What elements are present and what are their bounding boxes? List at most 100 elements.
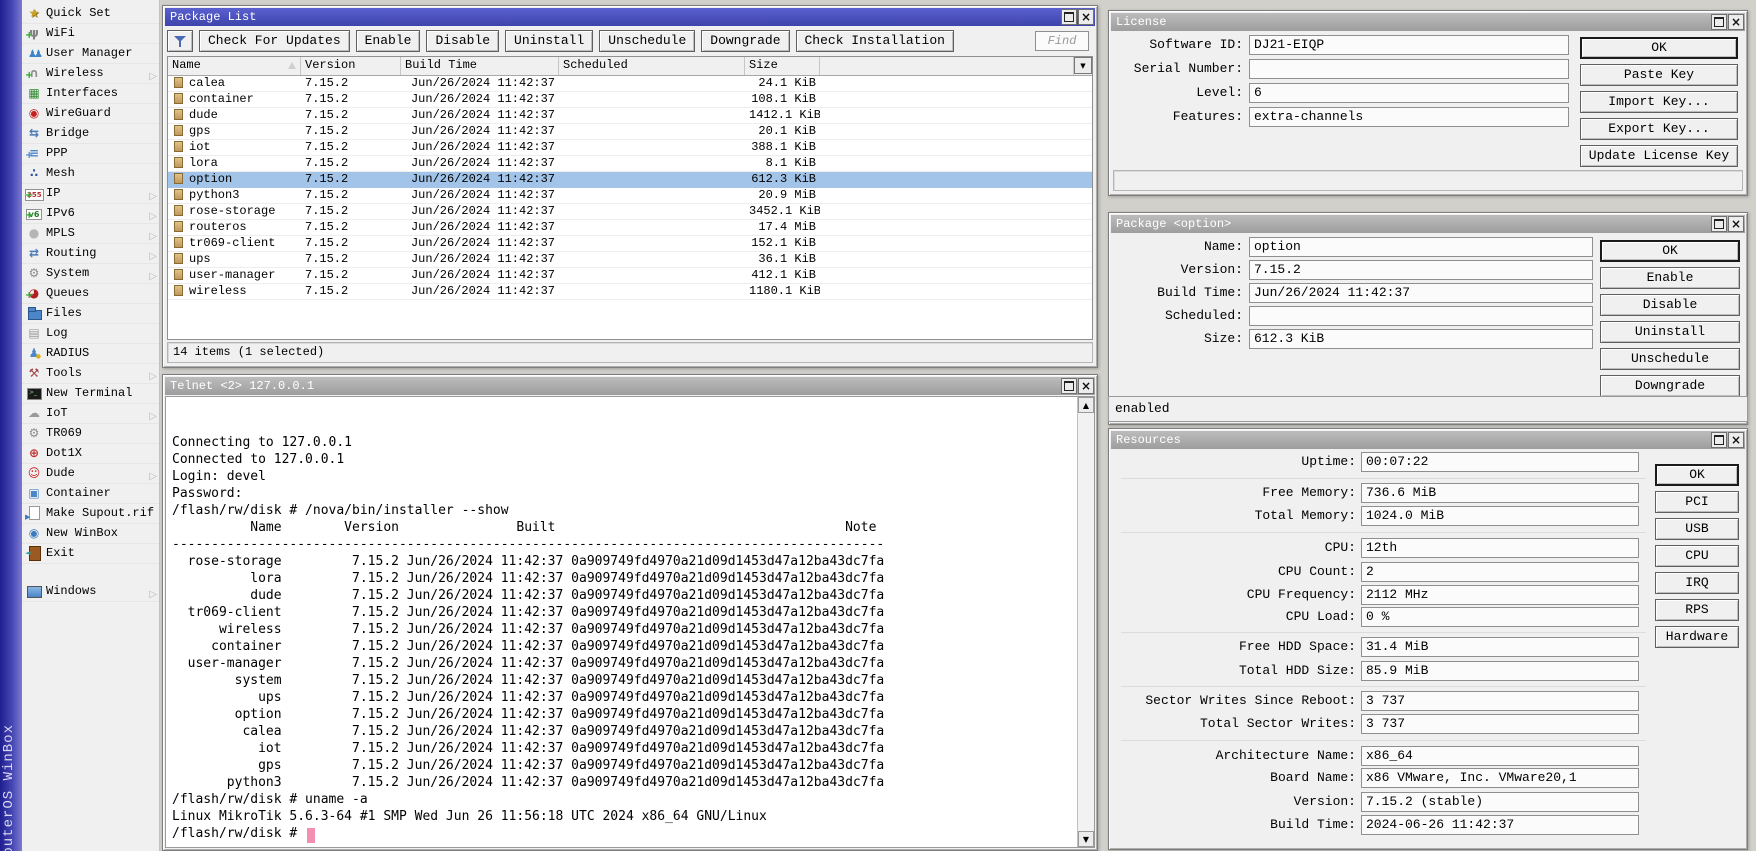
sidebar-item[interactable]: Queues ▷ — [22, 284, 159, 304]
column-chooser-button[interactable]: ▼ — [1074, 57, 1092, 74]
sidebar-item[interactable]: Container ▷ — [22, 484, 159, 504]
cpu-load-field[interactable]: 0 % — [1361, 607, 1639, 627]
dialog-button[interactable]: USB — [1655, 518, 1739, 540]
dialog-button[interactable]: Hardware — [1655, 626, 1739, 648]
close-button[interactable]: × — [1078, 378, 1094, 394]
table-row[interactable]: user-manager 7.15.2 Jun/26/2024 11:42:37… — [168, 268, 1092, 284]
table-row[interactable]: tr069-client 7.15.2 Jun/26/2024 11:42:37… — [168, 236, 1092, 252]
toolbar-button[interactable]: Disable — [426, 30, 499, 52]
table-row[interactable]: gps 7.15.2 Jun/26/2024 11:42:37 20.1 KiB — [168, 124, 1092, 140]
scroll-up-icon[interactable]: ▲ — [1078, 397, 1094, 413]
features-field[interactable]: extra-channels — [1249, 107, 1569, 127]
uptime-field[interactable]: 00:07:22 — [1361, 452, 1639, 472]
table-row[interactable]: calea 7.15.2 Jun/26/2024 11:42:37 24.1 K… — [168, 76, 1092, 92]
toolbar-button[interactable]: Enable — [356, 30, 421, 52]
table-row[interactable]: dude 7.15.2 Jun/26/2024 11:42:37 1412.1 … — [168, 108, 1092, 124]
build-time-field[interactable]: 2024-06-26 11:42:37 — [1361, 815, 1639, 835]
serial-number-field[interactable] — [1249, 59, 1569, 79]
close-button[interactable]: × — [1728, 14, 1744, 30]
sidebar-item[interactable]: Quick Set ▷ — [22, 4, 159, 24]
close-button[interactable]: × — [1728, 216, 1744, 232]
table-row[interactable]: python3 7.15.2 Jun/26/2024 11:42:37 20.9… — [168, 188, 1092, 204]
column-header-build-time[interactable]: Build Time — [401, 57, 559, 75]
license-titlebar[interactable]: License × — [1111, 13, 1745, 31]
table-row[interactable]: ups 7.15.2 Jun/26/2024 11:42:37 36.1 KiB — [168, 252, 1092, 268]
sidebar-item[interactable]: WireGuard ▷ — [22, 104, 159, 124]
maximize-button[interactable] — [1711, 432, 1727, 448]
column-header-size[interactable]: Size — [745, 57, 820, 75]
level-field[interactable]: 6 — [1249, 83, 1569, 103]
version-field[interactable]: 7.15.2 — [1249, 260, 1593, 280]
software-id-field[interactable]: DJ21-EIQP — [1249, 35, 1569, 55]
sidebar-item[interactable]: IP ▷ — [22, 184, 159, 204]
sidebar-item[interactable]: IPv6 ▷ — [22, 204, 159, 224]
board-name-field[interactable]: x86 VMware, Inc. VMware20,1 — [1361, 768, 1639, 788]
sidebar-item[interactable]: TR069 ▷ — [22, 424, 159, 444]
maximize-button[interactable] — [1711, 216, 1727, 232]
total-memory-field[interactable]: 1024.0 MiB — [1361, 506, 1639, 526]
sidebar-item[interactable]: Log ▷ — [22, 324, 159, 344]
free-memory-field[interactable]: 736.6 MiB — [1361, 483, 1639, 503]
toolbar-button[interactable]: Check For Updates — [199, 30, 350, 52]
sidebar-item[interactable]: Files ▷ — [22, 304, 159, 324]
sidebar-item[interactable]: Bridge ▷ — [22, 124, 159, 144]
sidebar-item[interactable]: PPP ▷ — [22, 144, 159, 164]
sidebar-item[interactable]: MPLS ▷ — [22, 224, 159, 244]
toolbar-button[interactable]: Unschedule — [599, 30, 695, 52]
dialog-button[interactable]: OK — [1655, 464, 1739, 486]
toolbar-button[interactable]: Check Installation — [796, 30, 954, 52]
column-header-version[interactable]: Version — [301, 57, 401, 75]
free-hdd-space-field[interactable]: 31.4 MiB — [1361, 637, 1639, 657]
sidebar-item[interactable]: System ▷ — [22, 264, 159, 284]
dialog-button[interactable]: Export Key... — [1580, 118, 1738, 140]
version-field[interactable]: 7.15.2 (stable) — [1361, 792, 1639, 812]
dialog-button[interactable]: RPS — [1655, 599, 1739, 621]
filter-button[interactable] — [167, 30, 193, 52]
sidebar-item[interactable]: IoT ▷ — [22, 404, 159, 424]
sidebar-item[interactable]: User Manager ▷ — [22, 44, 159, 64]
dialog-button[interactable]: Downgrade — [1600, 375, 1740, 397]
sidebar-item[interactable]: Mesh ▷ — [22, 164, 159, 184]
toolbar-button[interactable]: Uninstall — [505, 30, 593, 52]
dialog-button[interactable]: PCI — [1655, 491, 1739, 513]
total-sector-writes-field[interactable]: 3 737 — [1361, 714, 1639, 734]
sector-writes-field[interactable]: 3 737 — [1361, 691, 1639, 711]
scroll-down-icon[interactable]: ▼ — [1078, 831, 1094, 847]
column-header-scheduled[interactable]: Scheduled — [559, 57, 745, 75]
sidebar-item[interactable]: WiFi ▷ — [22, 24, 159, 44]
find-input[interactable]: Find — [1035, 31, 1089, 51]
total-hdd-size-field[interactable]: 85.9 MiB — [1361, 661, 1639, 681]
dialog-button[interactable]: Disable — [1600, 294, 1740, 316]
table-row[interactable]: iot 7.15.2 Jun/26/2024 11:42:37 388.1 Ki… — [168, 140, 1092, 156]
dialog-button[interactable]: Unschedule — [1600, 348, 1740, 370]
sidebar-item-windows[interactable]: Windows ▷ — [22, 582, 159, 602]
telnet-titlebar[interactable]: Telnet <2> 127.0.0.1 × — [165, 377, 1095, 395]
sidebar-item[interactable]: Dude ▷ — [22, 464, 159, 484]
terminal-area[interactable]: Connecting to 127.0.0.1 Connected to 127… — [165, 396, 1095, 848]
scheduled-field[interactable] — [1249, 306, 1593, 326]
table-row[interactable]: wireless 7.15.2 Jun/26/2024 11:42:37 118… — [168, 284, 1092, 300]
build-time-field[interactable]: Jun/26/2024 11:42:37 — [1249, 283, 1593, 303]
sidebar-item[interactable]: Wireless ▷ — [22, 64, 159, 84]
maximize-button[interactable] — [1061, 378, 1077, 394]
package-list-titlebar[interactable]: Package List × — [165, 8, 1095, 26]
dialog-button[interactable]: OK — [1580, 37, 1738, 59]
sidebar-item[interactable]: New Terminal ▷ — [22, 384, 159, 404]
toolbar-button[interactable]: Downgrade — [701, 30, 789, 52]
cpu-field[interactable]: 12th — [1361, 538, 1639, 558]
dialog-button[interactable]: OK — [1600, 240, 1740, 262]
sidebar-item[interactable]: Interfaces ▷ — [22, 84, 159, 104]
dialog-button[interactable]: Update License Key — [1580, 145, 1738, 167]
dialog-button[interactable]: IRQ — [1655, 572, 1739, 594]
maximize-button[interactable] — [1061, 9, 1077, 25]
column-header-name[interactable]: Name — [168, 57, 301, 75]
sidebar-item[interactable]: Tools ▷ — [22, 364, 159, 384]
dialog-button[interactable]: Paste Key — [1580, 64, 1738, 86]
table-row[interactable]: container 7.15.2 Jun/26/2024 11:42:37 10… — [168, 92, 1092, 108]
maximize-button[interactable] — [1711, 14, 1727, 30]
table-row[interactable]: routeros 7.15.2 Jun/26/2024 11:42:37 17.… — [168, 220, 1092, 236]
sidebar-item[interactable]: Routing ▷ — [22, 244, 159, 264]
dialog-button[interactable]: Uninstall — [1600, 321, 1740, 343]
architecture-name-field[interactable]: x86_64 — [1361, 746, 1639, 766]
sidebar-item[interactable]: Exit ▷ — [22, 544, 159, 564]
